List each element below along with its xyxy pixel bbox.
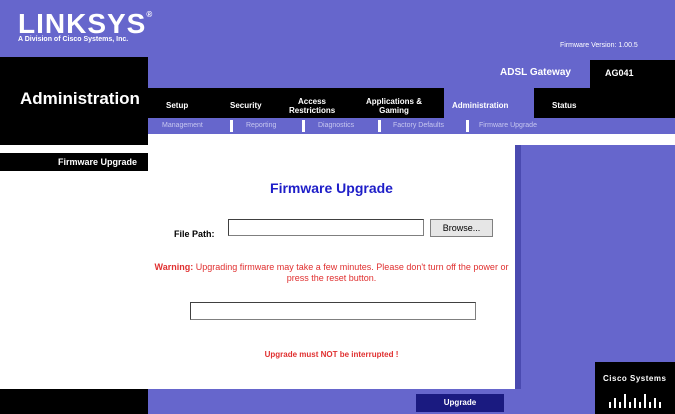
page-title: Administration — [20, 89, 140, 108]
tab-security[interactable]: Security — [230, 101, 262, 110]
upgrade-button[interactable]: Upgrade — [416, 394, 504, 412]
brand-tagline: A Division of Cisco Systems, Inc. — [18, 36, 129, 43]
tab-applications-gaming[interactable]: Applications & Gaming — [362, 97, 426, 115]
footer-left — [0, 389, 148, 414]
subtab-separator — [302, 120, 305, 132]
file-path-label: File Path: — [174, 229, 215, 239]
tab-setup[interactable]: Setup — [166, 101, 188, 110]
right-panel — [515, 145, 675, 389]
warning-text: Upgrading firmware may take a few minute… — [195, 262, 509, 283]
product-name: ADSL Gateway — [500, 67, 571, 78]
model-number: AG041 — [605, 68, 634, 78]
warning-label: Warning: — [154, 262, 194, 272]
cisco-logo-text: Cisco Systems — [603, 374, 667, 383]
subtab-separator — [466, 120, 469, 132]
right-panel-shadow — [515, 145, 521, 389]
cisco-logo — [595, 362, 675, 414]
registered-mark: ® — [146, 10, 154, 19]
tab-status[interactable]: Status — [552, 101, 576, 110]
subtab-firmware-upgrade[interactable]: Firmware Upgrade — [479, 122, 537, 129]
cisco-bridge-icon — [609, 394, 661, 408]
footer-bar — [148, 389, 595, 414]
subtab-management[interactable]: Management — [162, 122, 203, 129]
sidebar-section-label: Firmware Upgrade — [58, 157, 138, 167]
warning-message: Warning: Upgrading firmware may take a f… — [148, 262, 515, 284]
subtab-reporting[interactable]: Reporting — [246, 122, 276, 129]
file-path-input[interactable] — [228, 219, 424, 236]
firmware-version: Firmware Version: 1.00.5 — [560, 42, 638, 49]
interrupt-notice: Upgrade must NOT be interrupted ! — [264, 350, 399, 359]
subtab-separator — [378, 120, 381, 132]
subtab-separator — [230, 120, 233, 132]
content-title: Firmware Upgrade — [270, 180, 393, 196]
upgrade-progress-field — [190, 302, 476, 320]
brand-name: LINKSYS — [18, 8, 147, 39]
tab-administration[interactable]: Administration — [452, 101, 508, 110]
subtab-factory-defaults[interactable]: Factory Defaults — [393, 122, 444, 129]
tab-access-restrictions[interactable]: Access Restrictions — [289, 97, 335, 115]
sidebar — [0, 145, 148, 379]
browse-button[interactable]: Browse... — [430, 219, 493, 237]
subtab-diagnostics[interactable]: Diagnostics — [318, 122, 354, 129]
